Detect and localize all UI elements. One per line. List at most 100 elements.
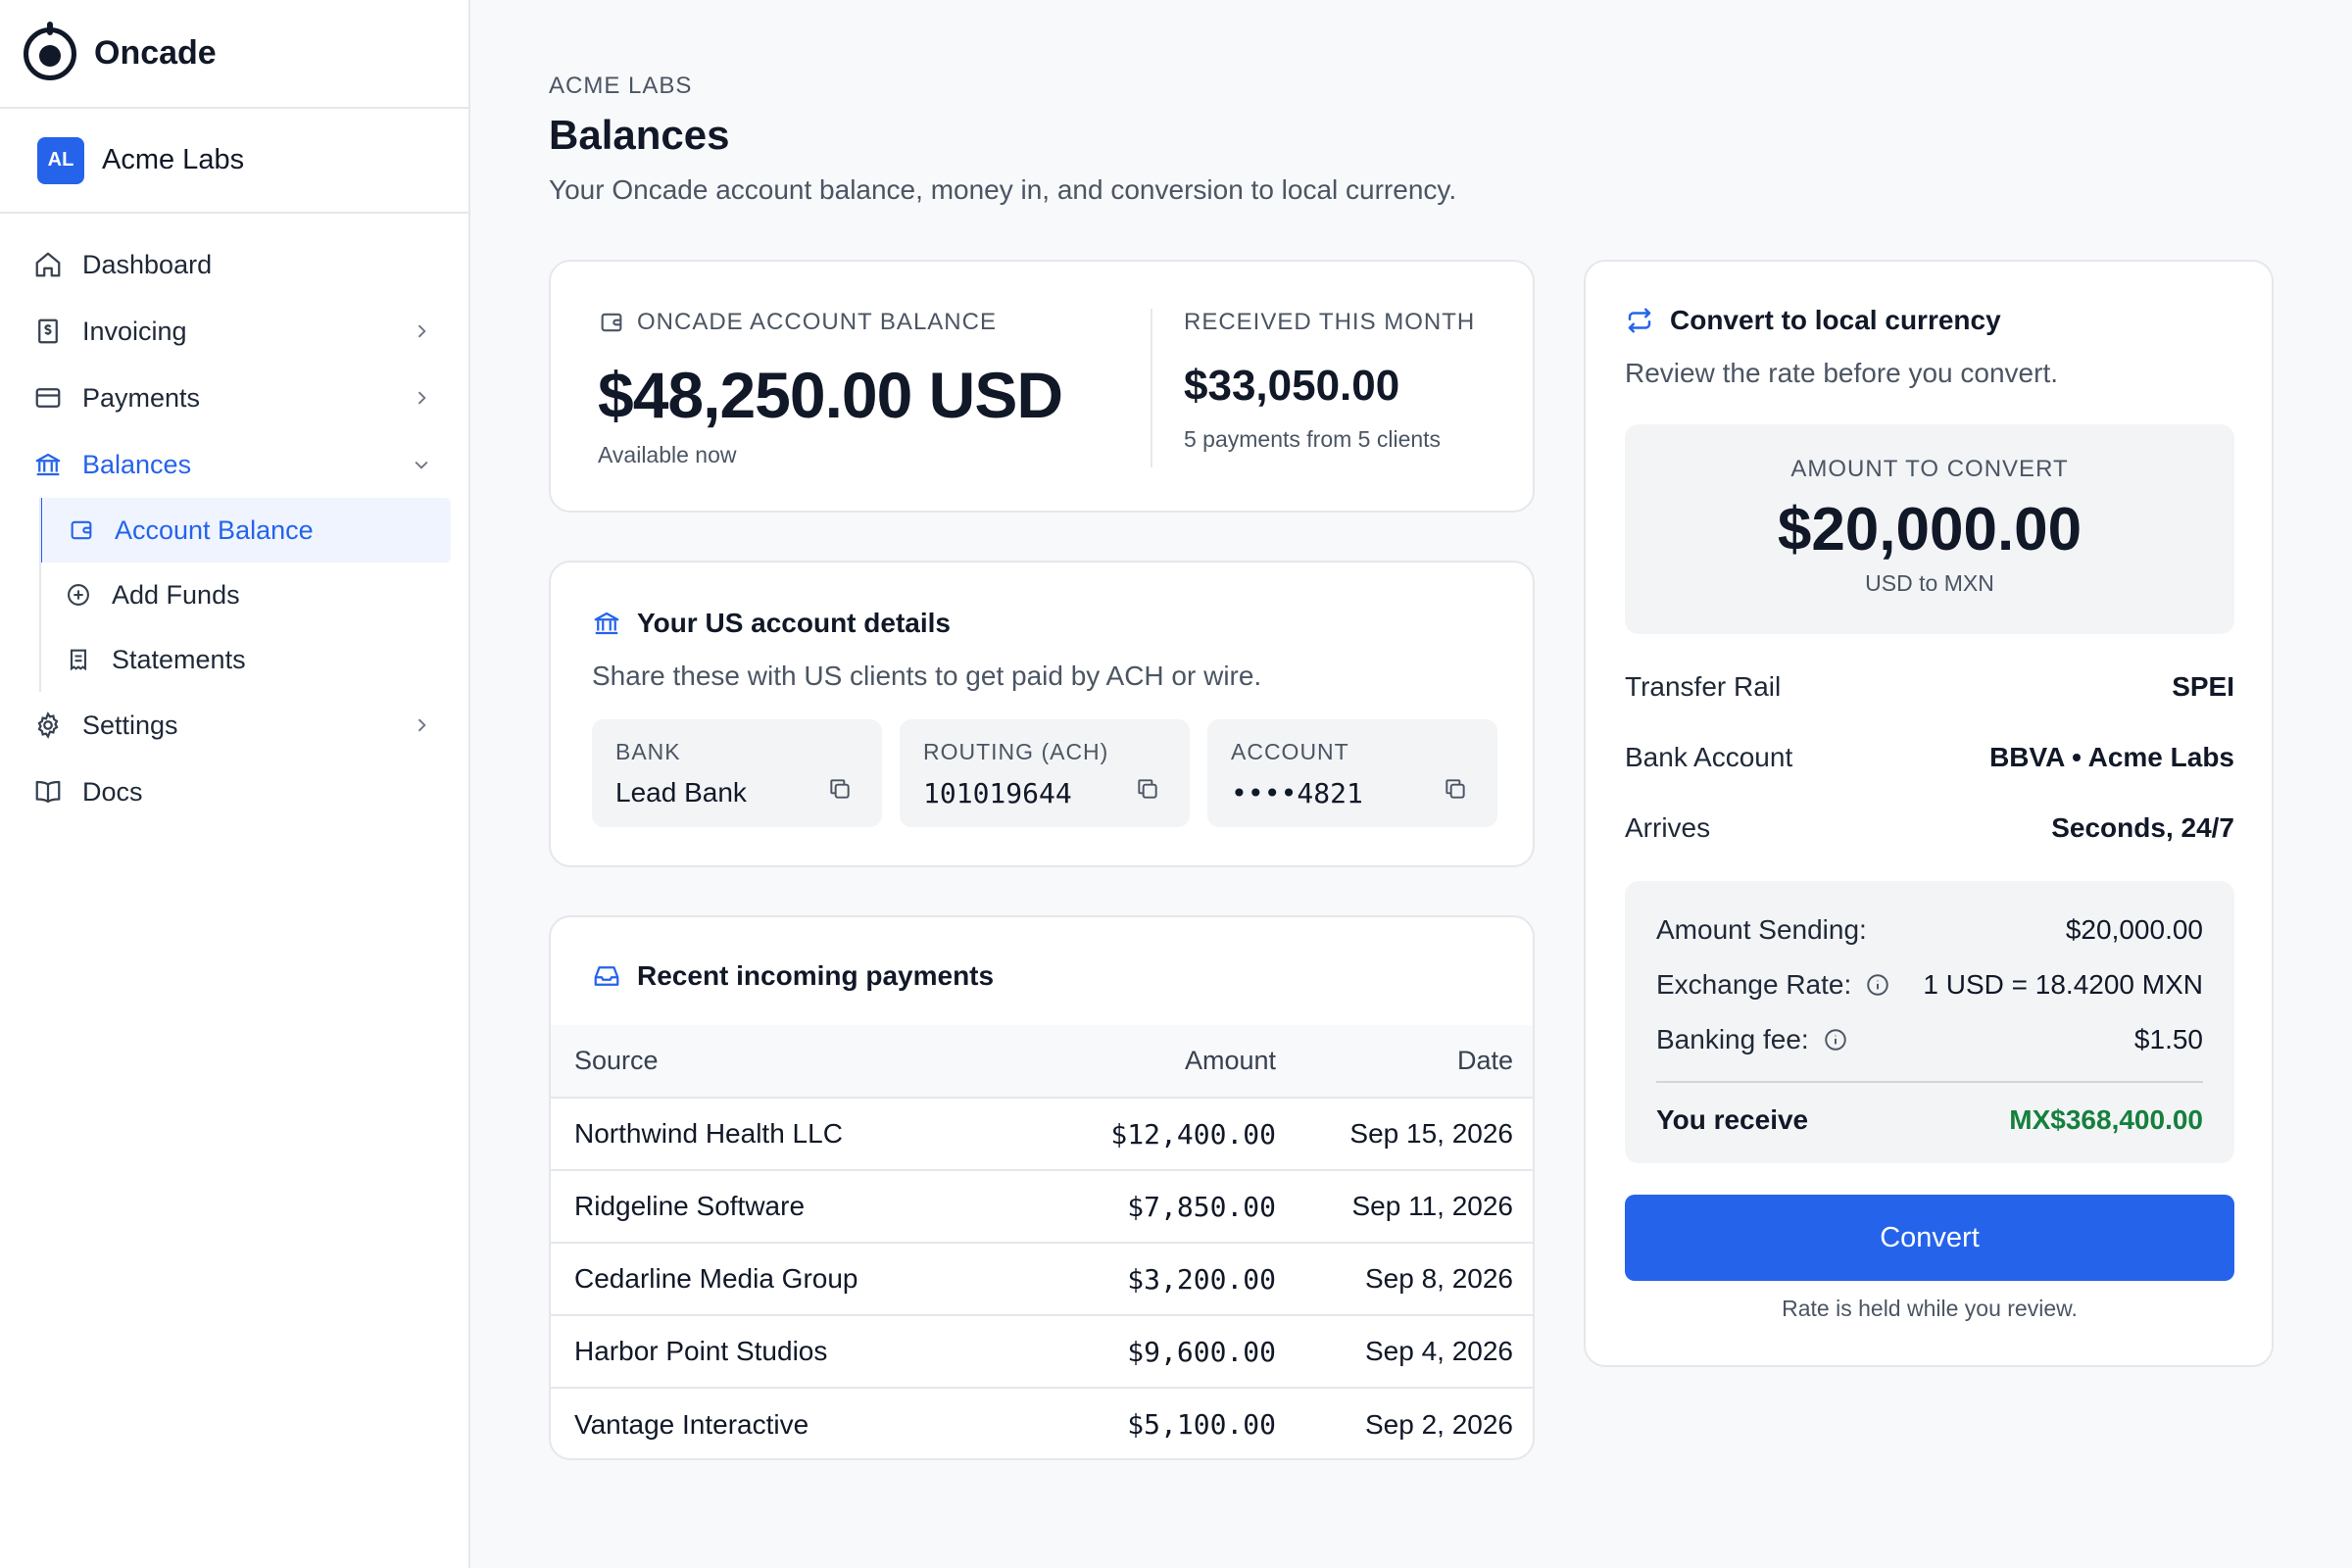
sidebar-item-balances[interactable]: Balances xyxy=(0,431,468,498)
payment-amount: $3,200.00 xyxy=(1041,1243,1276,1316)
convert-button[interactable]: Convert xyxy=(1625,1195,2234,1281)
sidebar-subitem-account-balance[interactable]: Account Balance xyxy=(39,498,451,563)
account-tile: ACCOUNT ••••4821 xyxy=(1207,719,1497,827)
column-header-source[interactable]: Source xyxy=(551,1025,1041,1099)
sidebar-item-label: Dashboard xyxy=(82,249,213,279)
brand[interactable]: Oncade xyxy=(0,0,468,109)
payment-amount: $9,600.00 xyxy=(1041,1315,1276,1389)
wallet-icon xyxy=(601,313,622,332)
account-detail-tiles: BANK Lead Bank ROUTING (ACH) 101019644 A… xyxy=(592,719,1497,827)
book-icon xyxy=(31,775,65,808)
sidebar-item-settings[interactable]: Settings xyxy=(0,692,468,759)
sidebar: Oncade AL Acme Labs Dashboard Invoicing … xyxy=(0,0,470,1568)
page-title: Balances xyxy=(549,112,730,158)
sidebar-item-docs[interactable]: Docs xyxy=(0,759,468,825)
summary-value: $1.50 xyxy=(2133,1024,2203,1054)
copy-icon[interactable] xyxy=(1135,776,1160,807)
balance-label: ONCADE ACCOUNT BALANCE xyxy=(598,309,1062,336)
sidebar-item-label: Statements xyxy=(112,644,246,674)
bank-icon xyxy=(31,448,65,481)
divider xyxy=(1656,1081,2203,1083)
sidebar-subitem-statements[interactable]: Statements xyxy=(39,627,451,692)
org-switcher[interactable]: AL Acme Labs xyxy=(0,109,468,214)
detail-value: SPEI xyxy=(2172,671,2234,702)
wallet-icon xyxy=(66,514,97,546)
payment-date: Sep 8, 2026 xyxy=(1276,1243,1533,1316)
home-icon xyxy=(31,248,65,281)
received-note: 5 payments from 5 clients xyxy=(1184,426,1442,452)
sidebar-item-label: Account Balance xyxy=(115,514,314,545)
table-row[interactable]: Harbor Point Studios $9,600.00 Sep 4, 20… xyxy=(551,1315,1533,1389)
org-avatar: AL xyxy=(37,136,84,184)
payment-amount: $12,400.00 xyxy=(1041,1098,1276,1171)
summary-key-text: Exchange Rate: xyxy=(1656,969,1852,1000)
sidebar-item-label: Add Funds xyxy=(112,579,240,610)
breadcrumb: ACME LABS xyxy=(549,73,693,99)
column-header-date[interactable]: Date xyxy=(1276,1025,1533,1099)
recent-payments-title: Recent incoming payments xyxy=(637,960,995,991)
routing-tile: ROUTING (ACH) 101019644 xyxy=(900,719,1190,827)
tile-value: ••••4821 xyxy=(1231,777,1363,809)
sidebar-item-payments[interactable]: Payments xyxy=(0,365,468,431)
sidebar-item-label: Settings xyxy=(82,710,178,740)
payment-date: Sep 11, 2026 xyxy=(1276,1170,1533,1244)
sidebar-nav: Dashboard Invoicing Payments Balances Ac… xyxy=(0,214,468,825)
sidebar-item-invoicing[interactable]: Invoicing xyxy=(0,298,468,365)
amount-label: AMOUNT TO CONVERT xyxy=(1790,456,2069,482)
convert-card: Convert to local currency Review the rat… xyxy=(1584,260,2274,1367)
bank-tile: BANK Lead Bank xyxy=(592,719,882,827)
conversion-summary: Amount Sending: $20,000.00 Exchange Rate… xyxy=(1625,881,2234,1163)
tile-label: ACCOUNT xyxy=(1231,739,1349,764)
tile-label: ROUTING (ACH) xyxy=(923,739,1109,764)
payment-source: Vantage Interactive xyxy=(574,1408,809,1440)
table-row[interactable]: Cedarline Media Group $3,200.00 Sep 8, 2… xyxy=(551,1243,1533,1316)
summary-key: You receive xyxy=(1656,1104,1809,1135)
chevron-right-icon xyxy=(410,319,433,343)
detail-value: BBVA • Acme Labs xyxy=(1989,742,2234,772)
recent-payments-card: Recent incoming payments Source Amount D… xyxy=(549,915,1535,1460)
us-account-heading: Your US account details xyxy=(592,608,951,639)
chevron-down-icon xyxy=(410,453,433,476)
summary-row-receive: You receive MX$368,400.00 xyxy=(1656,1093,2203,1148)
received-amount: $33,050.00 xyxy=(1184,362,1400,410)
copy-icon[interactable] xyxy=(827,776,853,807)
balance-card: ONCADE ACCOUNT BALANCE $48,250.00 USD Av… xyxy=(549,260,1535,513)
sidebar-item-label: Docs xyxy=(82,776,143,807)
sidebar-item-label: Invoicing xyxy=(82,316,187,346)
payment-date: Sep 4, 2026 xyxy=(1276,1315,1533,1389)
payments-table: Source Amount Date Northwind Health LLC … xyxy=(551,1025,1533,1458)
column-header-amount[interactable]: Amount xyxy=(1041,1025,1276,1099)
sidebar-subitem-add-funds[interactable]: Add Funds xyxy=(39,563,451,627)
payment-source: Northwind Health LLC xyxy=(551,1098,1041,1171)
chevron-right-icon xyxy=(410,386,433,410)
sidebar-item-dashboard[interactable]: Dashboard xyxy=(0,231,468,298)
brand-name: Oncade xyxy=(94,34,217,72)
currency-pair: USD to MXN xyxy=(1865,570,1994,596)
detail-row-bank-account: Bank Account BBVA • Acme Labs xyxy=(1625,742,2234,773)
summary-key-text: Banking fee: xyxy=(1656,1024,1809,1054)
us-account-subtitle: Share these with US clients to get paid … xyxy=(592,661,1262,691)
summary-key: Exchange Rate: xyxy=(1656,969,1890,1001)
payment-source: Harbor Point Studios xyxy=(551,1315,1041,1389)
swap-icon xyxy=(1628,308,1651,333)
info-icon[interactable] xyxy=(1823,1027,1848,1053)
payment-amount: $5,100.00 xyxy=(1127,1408,1276,1441)
table-row[interactable]: Ridgeline Software $7,850.00 Sep 11, 202… xyxy=(551,1170,1533,1244)
page-subtitle: Your Oncade account balance, money in, a… xyxy=(549,174,1457,205)
org-name: Acme Labs xyxy=(102,144,245,175)
table-header-row: Source Amount Date xyxy=(551,1025,1533,1099)
convert-heading: Convert to local currency xyxy=(1625,305,2001,336)
detail-key: Bank Account xyxy=(1625,742,1793,772)
copy-icon[interactable] xyxy=(1443,776,1468,807)
invoice-icon xyxy=(31,315,65,348)
receipt-icon xyxy=(63,644,94,675)
plus-circle-icon xyxy=(63,579,94,611)
detail-row-arrives: Arrives Seconds, 24/7 xyxy=(1625,812,2234,844)
summary-row-sending: Amount Sending: $20,000.00 xyxy=(1656,903,2203,957)
summary-key: Amount Sending: xyxy=(1656,914,1867,945)
chevron-right-icon xyxy=(410,713,433,737)
rate-hold-note: Rate is held while you review. xyxy=(1782,1296,2078,1321)
info-icon[interactable] xyxy=(1865,972,1890,998)
table-row[interactable]: Vantage Interactive $5,100.00 Sep 2, 202… xyxy=(551,1388,1533,1458)
table-row[interactable]: Northwind Health LLC $12,400.00 Sep 15, … xyxy=(551,1098,1533,1171)
